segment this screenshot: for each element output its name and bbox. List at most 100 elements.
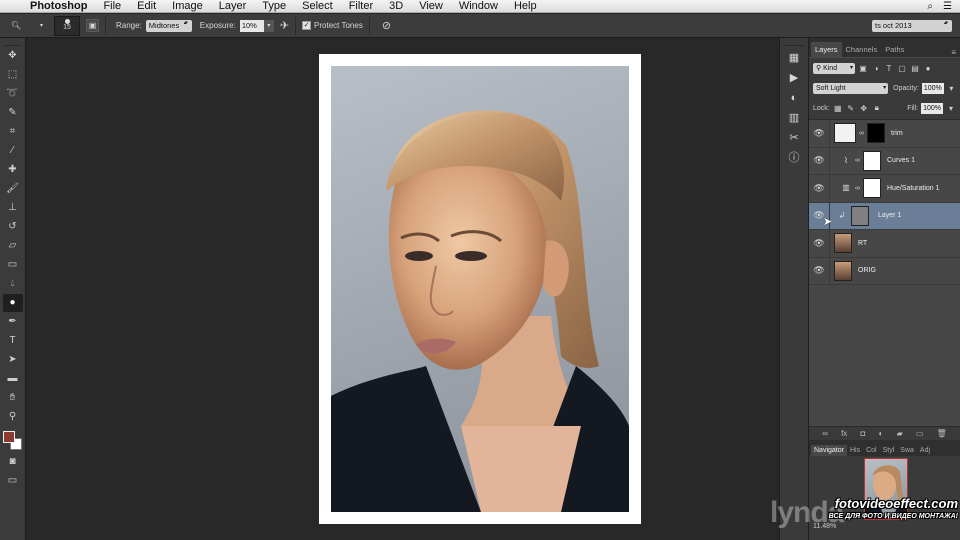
brush-picker[interactable]: 15: [54, 15, 80, 36]
quick-select-icon[interactable]: ✎: [3, 104, 23, 122]
layer-row-layer1[interactable]: 👁︎ ↲ Layer 1 ➤: [809, 202, 960, 230]
tab-layers[interactable]: Layers: [811, 42, 842, 57]
exposure-field[interactable]: 10%: [239, 19, 264, 32]
link-icon[interactable]: ∞: [855, 185, 860, 192]
mask-thumbnail[interactable]: [863, 178, 881, 199]
eyedropper-icon[interactable]: ⁄: [3, 142, 23, 160]
brush-panel-toggle-icon[interactable]: ▣: [86, 19, 99, 32]
layer-name[interactable]: RT: [858, 240, 867, 247]
brush-icon[interactable]: 🖌︎: [3, 180, 23, 198]
path-select-icon[interactable]: ➤: [3, 351, 23, 369]
layer-name[interactable]: Layer 1: [878, 212, 901, 219]
crop-icon[interactable]: ⌗: [3, 123, 23, 141]
exposure-stepper[interactable]: ▾: [263, 19, 274, 32]
filter-shape-icon[interactable]: ▢: [897, 64, 907, 73]
quick-mask-icon[interactable]: ◙: [3, 453, 23, 471]
layer-name[interactable]: Hue/Saturation 1: [887, 185, 940, 192]
panel-grip[interactable]: [3, 38, 22, 46]
menu-window[interactable]: Window: [451, 0, 506, 13]
tool-preset-picker[interactable]: 🔍︎ ▾: [8, 17, 46, 35]
menu-view[interactable]: View: [411, 0, 451, 13]
layer-row-curves[interactable]: 👁︎ ⌇ ∞ Curves 1: [809, 147, 960, 175]
filter-type-icon[interactable]: T: [884, 64, 894, 73]
move-icon[interactable]: ✥: [3, 47, 23, 65]
menu-select[interactable]: Select: [294, 0, 341, 13]
menu-3d[interactable]: 3D: [381, 0, 411, 13]
layer-row-orig[interactable]: 👁︎ ORIG: [809, 257, 960, 285]
eye-icon[interactable]: 👁︎: [809, 128, 829, 139]
layer-name[interactable]: ORIG: [858, 267, 876, 274]
document-canvas[interactable]: [319, 54, 641, 524]
menu-file[interactable]: File: [95, 0, 129, 13]
tab-paths[interactable]: Paths: [881, 42, 908, 57]
rectangle-icon[interactable]: ▬: [3, 370, 23, 388]
link-icon[interactable]: ∞: [855, 157, 860, 164]
airbrush-icon[interactable]: ✈: [280, 19, 289, 32]
tab-history[interactable]: His: [847, 445, 863, 456]
stamp-icon[interactable]: ⊥: [3, 199, 23, 217]
link-icon[interactable]: ∞: [859, 130, 864, 137]
lock-transparent-icon[interactable]: ▦: [833, 104, 843, 113]
eye-icon[interactable]: 👁︎: [809, 238, 829, 249]
layer-row-trim[interactable]: 👁︎ ∞ trim: [809, 120, 960, 148]
eye-icon[interactable]: 👁︎: [809, 155, 829, 166]
canvas-area[interactable]: [27, 38, 779, 540]
tab-channels[interactable]: Channels: [842, 42, 882, 57]
mask-thumbnail[interactable]: [867, 123, 885, 144]
eye-icon[interactable]: 👁︎: [809, 183, 829, 194]
layer-name[interactable]: trim: [891, 130, 903, 137]
menu-app-name[interactable]: Photoshop: [26, 0, 95, 13]
portrait-photo[interactable]: [331, 66, 629, 512]
filter-adjustment-icon[interactable]: ◑: [871, 64, 881, 73]
layer-row-huesat[interactable]: 👁︎ ▥ ∞ Hue/Saturation 1: [809, 175, 960, 203]
filter-toggle-icon[interactable]: ●: [923, 64, 933, 73]
lock-all-icon[interactable]: 🔒︎: [872, 103, 882, 113]
menu-image[interactable]: Image: [164, 0, 211, 13]
filter-smart-object-icon[interactable]: ▤: [910, 64, 920, 73]
menu-filter[interactable]: Filter: [341, 0, 381, 13]
healing-icon[interactable]: ✚: [3, 161, 23, 179]
fill-dropdown-icon[interactable]: ▾: [946, 104, 956, 113]
lock-position-icon[interactable]: ✥: [859, 104, 869, 113]
mask-thumbnail[interactable]: [863, 150, 881, 171]
link-layers-icon[interactable]: ∞: [822, 429, 828, 438]
new-adjustment-icon[interactable]: ◐: [879, 429, 884, 438]
pen-icon[interactable]: ✒: [3, 313, 23, 331]
tab-color[interactable]: Col: [863, 445, 880, 456]
menu-help[interactable]: Help: [506, 0, 545, 13]
brushes-panel-icon[interactable]: ✂: [784, 130, 804, 146]
history-brush-icon[interactable]: ↺: [3, 218, 23, 236]
lasso-icon[interactable]: ➰: [3, 85, 23, 103]
opacity-field[interactable]: 100%: [921, 82, 944, 94]
foreground-color-swatch[interactable]: [2, 431, 15, 443]
tab-navigator[interactable]: Navigator: [811, 445, 847, 456]
gradient-icon[interactable]: ▭: [3, 256, 23, 274]
swatches-panel-icon[interactable]: ▥: [784, 110, 804, 126]
range-select[interactable]: Midtones: [145, 19, 192, 32]
actions-play-icon[interactable]: ▶: [784, 70, 804, 86]
new-group-icon[interactable]: ▰: [897, 429, 903, 438]
layer-row-rt[interactable]: 👁︎ RT: [809, 230, 960, 258]
screen-mode-icon[interactable]: ▭: [3, 472, 23, 490]
tab-adjustments[interactable]: Adj: [917, 445, 933, 456]
trash-icon[interactable]: 🗑︎: [937, 429, 947, 438]
fx-icon[interactable]: fx: [841, 429, 847, 438]
menu-layer[interactable]: Layer: [211, 0, 255, 13]
info-panel-icon[interactable]: ⓘ: [784, 150, 804, 166]
adjustments-panel-icon[interactable]: ◐: [784, 90, 804, 106]
blur-icon[interactable]: 💧︎: [3, 275, 23, 293]
layer-name[interactable]: Curves 1: [887, 157, 915, 164]
add-mask-icon[interactable]: ◘: [861, 429, 866, 438]
notification-list-icon[interactable]: ☰: [943, 1, 952, 12]
new-layer-icon[interactable]: ▭: [916, 429, 924, 438]
panel-grip[interactable]: [783, 40, 805, 46]
history-panel-icon[interactable]: ▦: [784, 50, 804, 66]
tab-styles[interactable]: Styl: [880, 445, 898, 456]
marquee-icon[interactable]: ⬚: [3, 66, 23, 84]
eraser-icon[interactable]: ▱: [3, 237, 23, 255]
dodge-icon[interactable]: ●: [2, 294, 23, 312]
menu-edit[interactable]: Edit: [129, 0, 164, 13]
lock-pixels-icon[interactable]: ✎: [846, 104, 856, 113]
layer-filter-kind-select[interactable]: ⚲ Kind: [813, 62, 855, 74]
opacity-dropdown-icon[interactable]: ▾: [947, 84, 956, 93]
